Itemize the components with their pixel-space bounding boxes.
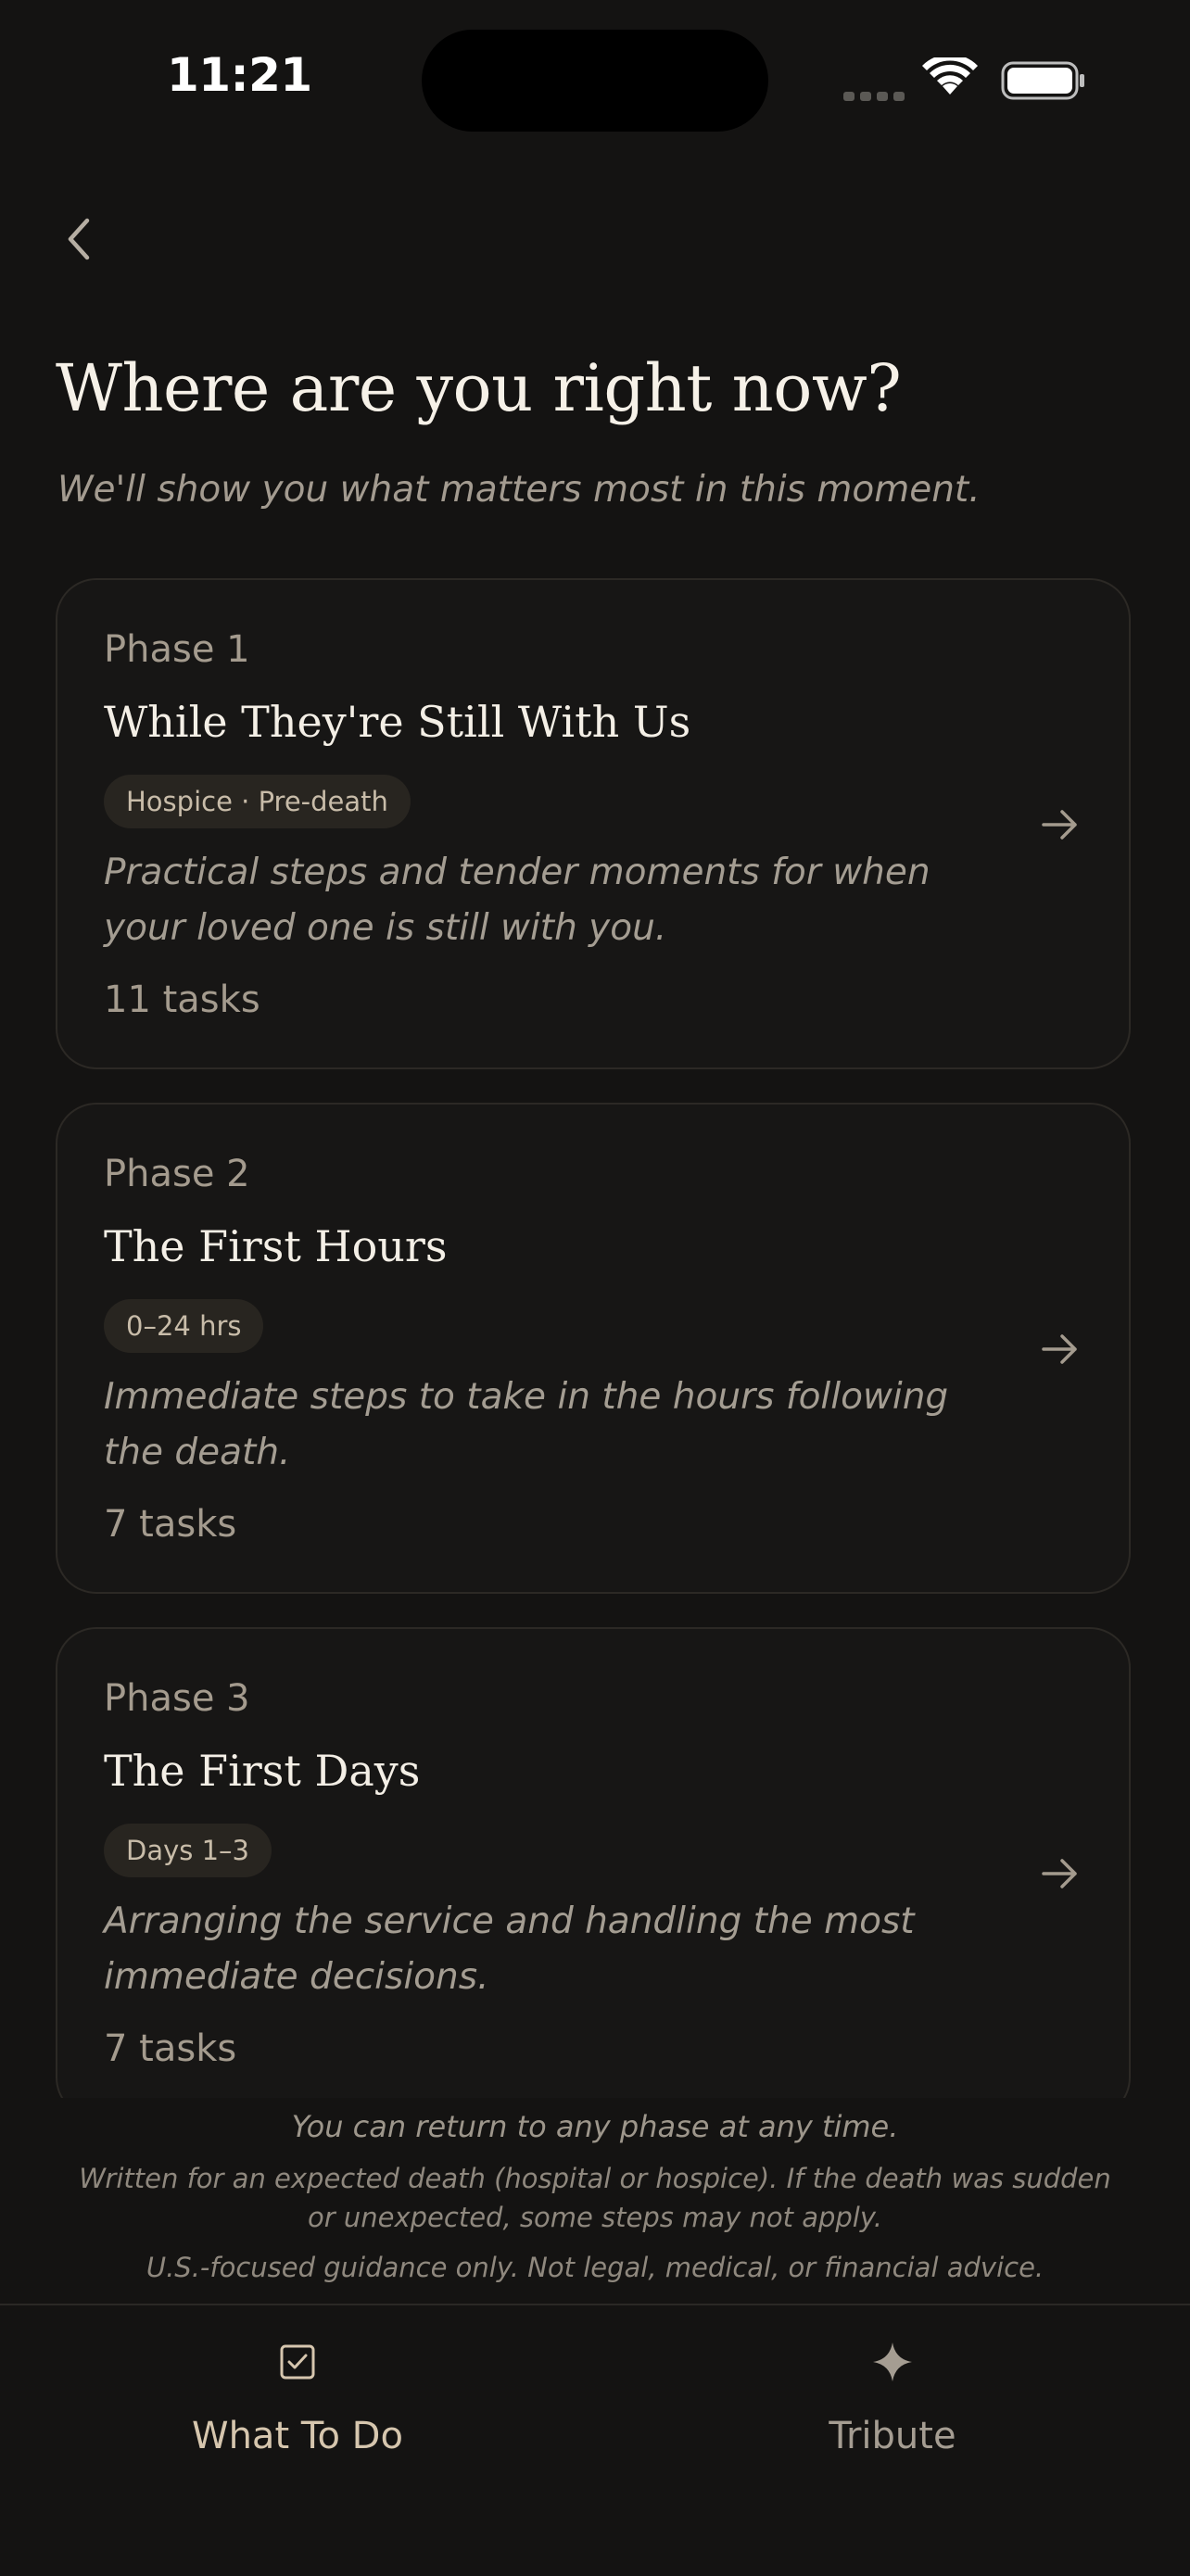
phase-label: Phase 1: [104, 628, 250, 671]
phase-timing-badge: 0–24 hrs: [104, 1299, 264, 1353]
status-time: 11:21: [167, 48, 312, 102]
phase-description: Practical steps and tender moments for w…: [104, 852, 930, 949]
phase-card-1[interactable]: Phase 1 While They're Still With Us Hosp…: [56, 578, 1131, 1069]
disclaimer-expected-death-note: Written for an expected death (hospital …: [79, 2163, 1111, 2233]
disclaimer-legal-note: U.S.-focused guidance only. Not legal, m…: [146, 2252, 1044, 2283]
tab-label: What To Do: [192, 2415, 403, 2457]
dynamic-island: [422, 30, 768, 132]
checkbox-icon: [280, 2344, 315, 2380]
arrow-right-icon: [1042, 1859, 1077, 1888]
phase-timing-badge: Hospice · Pre-death: [104, 775, 411, 828]
phase-description: Arranging the service and handling the m…: [104, 1900, 915, 1998]
back-button[interactable]: [56, 211, 102, 267]
phase-card-2[interactable]: Phase 2 The First Hours 0–24 hrs Immedia…: [56, 1103, 1131, 1594]
tab-tribute[interactable]: Tribute: [595, 2305, 1190, 2491]
phase-label: Phase 2: [104, 1153, 250, 1195]
phase-title: While They're Still With Us: [104, 697, 691, 747]
phase-list[interactable]: Phase 1 While They're Still With Us Hosp…: [56, 578, 1134, 2098]
phase-label: Phase 3: [104, 1677, 250, 1720]
chevron-left-icon: [68, 218, 90, 260]
tab-label: Tribute: [829, 2415, 956, 2457]
phase-task-count: 7 tasks: [104, 1503, 237, 1546]
disclaimer-return-note: You can return to any phase at any time.: [291, 2109, 899, 2144]
phase-task-count: 11 tasks: [104, 979, 260, 1021]
status-bar: 11:21: [0, 0, 1190, 158]
phase-timing-badge: Days 1–3: [104, 1824, 272, 1877]
page-title: Where are you right now?: [56, 350, 902, 426]
phase-card-3[interactable]: Phase 3 The First Days Days 1–3 Arrangin…: [56, 1627, 1131, 2098]
phase-title: The First Days: [104, 1746, 421, 1796]
tab-what-to-do[interactable]: What To Do: [0, 2305, 595, 2491]
phase-task-count: 7 tasks: [104, 2027, 237, 2070]
cellular-signal-icon: [843, 87, 910, 105]
phase-title: The First Hours: [104, 1221, 448, 1271]
phase-description: Immediate steps to take in the hours fol…: [104, 1376, 949, 1473]
page-subtitle: We'll show you what matters most in this…: [57, 469, 981, 511]
battery-icon: [1001, 61, 1084, 100]
tab-bar: What To Do Tribute: [0, 2304, 1190, 2576]
sparkle-icon: [873, 2342, 912, 2381]
arrow-right-icon: [1042, 1334, 1077, 1364]
wifi-icon: [922, 57, 978, 95]
arrow-right-icon: [1042, 810, 1077, 840]
